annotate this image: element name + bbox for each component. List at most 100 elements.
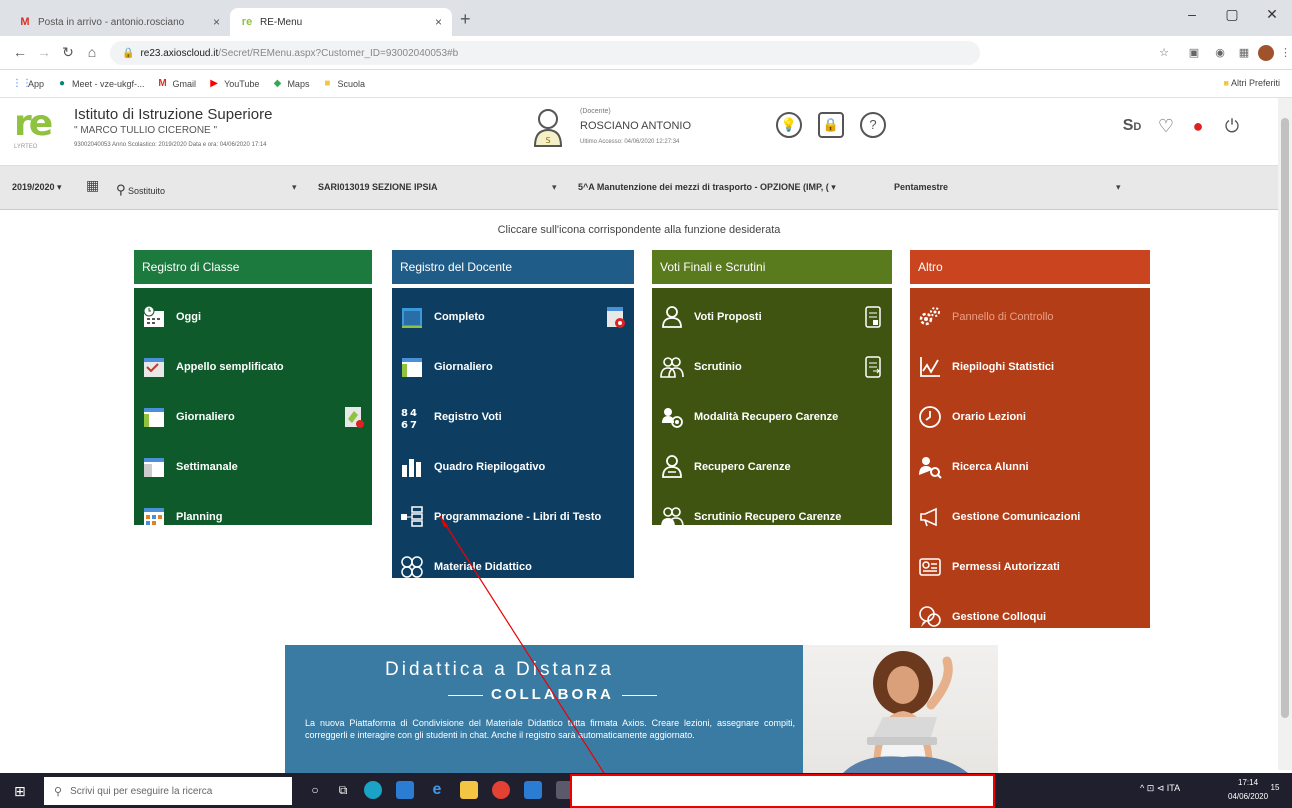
menu-item-quadro-riepilogativo[interactable]: Quadro Riepilogativo xyxy=(392,442,634,492)
forward-icon[interactable]: → xyxy=(34,44,54,60)
collabora-banner[interactable]: Didattica a Distanza COLLABORA La nuova … xyxy=(285,645,998,773)
system-tray[interactable]: ^ ⊡ ⊲ ITA xyxy=(1140,783,1180,794)
menu-item-settimanale[interactable]: Settimanale xyxy=(134,442,372,492)
exit-icon[interactable]: ⏻ xyxy=(1218,112,1246,140)
edit-calendar-icon[interactable] xyxy=(344,405,364,429)
bookmark-app[interactable]: ⋮⋮ App xyxy=(12,78,44,89)
menu-item-scrutinio[interactable]: Scrutinio xyxy=(652,342,892,392)
substitute-select[interactable]: ⚲ Sostituito xyxy=(116,182,165,198)
chrome-icon[interactable] xyxy=(492,781,510,799)
close-window-icon[interactable]: ✕ xyxy=(1252,6,1292,23)
new-tab-button[interactable]: + xyxy=(460,9,471,30)
menu-item-gestione-colloqui[interactable]: Gestione Colloqui xyxy=(910,592,1150,642)
profile-avatar[interactable] xyxy=(1258,45,1274,61)
menu-item-oggi[interactable]: Oggi xyxy=(134,292,372,342)
menu-item-gestione-comunicazioni[interactable]: Gestione Comunicazioni xyxy=(910,492,1150,542)
taskbar-clock[interactable]: 17:14 04/06/2020 xyxy=(1228,776,1268,804)
menu-item-giornaliero-docente[interactable]: Giornaliero xyxy=(392,342,634,392)
menu-item-recupero-carenze[interactable]: Recupero Carenze xyxy=(652,442,892,492)
notification-icon[interactable]: 15 xyxy=(1266,781,1284,799)
app-icon[interactable] xyxy=(524,781,542,799)
scrollbar-thumb[interactable] xyxy=(1281,118,1289,718)
panel-title: Registro del Docente xyxy=(392,250,634,284)
extension-icon[interactable]: ▣ xyxy=(1186,45,1202,61)
menu-item-permessi-autorizzati[interactable]: Permessi Autorizzati xyxy=(910,542,1150,592)
extension-icon[interactable]: ◉ xyxy=(1212,45,1228,61)
menu-item-completo[interactable]: Completo xyxy=(392,292,634,342)
menu-icon[interactable]: ⋮ xyxy=(1280,45,1291,61)
calendar-icon[interactable]: ▦ xyxy=(86,177,99,194)
menu-item-appello[interactable]: Appello semplificato xyxy=(134,342,372,392)
minimize-icon[interactable]: – xyxy=(1172,6,1212,22)
task-view-icon[interactable]: ⧉ xyxy=(334,781,352,799)
tab-re-menu[interactable]: re RE-Menu × xyxy=(230,8,452,36)
close-tab-icon[interactable]: × xyxy=(213,15,220,29)
menu-item-voti-proposti[interactable]: Voti Proposti xyxy=(652,292,892,342)
star-icon[interactable]: ☆ xyxy=(1156,45,1172,61)
menu-item-scrutinio-recupero[interactable]: Scrutinio Recupero Carenze xyxy=(652,492,892,542)
lock-icon: 🔒 xyxy=(122,47,135,59)
menu-item-programmazione[interactable]: Programmazione - Libri di Testo xyxy=(392,492,634,542)
brand-icon[interactable]: ● xyxy=(1184,112,1212,140)
class-select[interactable]: 5^A Manutenzione dei mezzi di trasporto … xyxy=(578,182,836,193)
app-icon[interactable] xyxy=(396,781,414,799)
menu-item-materiale-didattico[interactable]: Materiale Didattico xyxy=(392,542,634,592)
bookmark-youtube[interactable]: ▶ YouTube xyxy=(208,77,259,89)
chevron-down-icon[interactable]: ▾ xyxy=(292,182,297,193)
school-select[interactable]: SARI013019 SEZIONE IPSIA xyxy=(318,182,438,192)
browser-tabstrip: M Posta in arrivo - antonio.rosciano × r… xyxy=(0,0,1292,36)
menu-item-modalita-recupero[interactable]: Modalità Recupero Carenze xyxy=(652,392,892,442)
handshake-icon[interactable]: ♡ xyxy=(1152,112,1180,140)
page-scrollbar[interactable] xyxy=(1278,98,1292,770)
tab-gmail[interactable]: M Posta in arrivo - antonio.rosciano × xyxy=(8,8,230,36)
clock-date: 04/06/2020 xyxy=(1228,792,1269,801)
document-export-icon[interactable] xyxy=(864,355,884,379)
app-icon[interactable] xyxy=(364,781,382,799)
maximize-icon[interactable]: ▢ xyxy=(1212,6,1252,23)
menu-item-planning[interactable]: Planning xyxy=(134,492,372,542)
youtube-icon: ▶ xyxy=(210,77,218,89)
cortana-icon[interactable]: ○ xyxy=(306,781,324,799)
home-icon[interactable]: ⌂ xyxy=(82,44,102,60)
menu-item-label: Gestione Colloqui xyxy=(952,610,1047,623)
menu-item-ricerca-alunni[interactable]: Ricerca Alunni xyxy=(910,442,1150,492)
bookmark-label: Maps xyxy=(287,78,310,89)
menu-item-label: Programmazione - Libri di Testo xyxy=(434,510,602,523)
extension-icon[interactable]: ▦ xyxy=(1236,45,1252,61)
user-icon[interactable]: S xyxy=(532,108,564,148)
lightbulb-icon[interactable]: 💡 xyxy=(776,112,802,138)
back-icon[interactable]: ← xyxy=(10,44,30,60)
sd-icon[interactable]: SD xyxy=(1118,112,1146,140)
menu-item-registro-voti[interactable]: 8467 Registro Voti xyxy=(392,392,634,442)
help-icon[interactable]: ? xyxy=(860,112,886,138)
search-icon: ⚲ xyxy=(54,785,63,798)
bookmark-other[interactable]: ■ Altri Preferiti xyxy=(1224,78,1280,88)
bookmark-scuola[interactable]: ■ Scuola xyxy=(321,78,365,89)
file-explorer-icon[interactable] xyxy=(460,781,478,799)
close-tab-icon[interactable]: × xyxy=(435,15,442,29)
taskbar-search-input[interactable]: ⚲ Scrivi qui per eseguire la ricerca xyxy=(44,777,292,805)
full-register-icon xyxy=(402,308,422,328)
bookmark-gmail[interactable]: M Gmail xyxy=(157,78,196,89)
edge-icon[interactable]: e xyxy=(428,781,446,799)
school-subname: " MARCO TULLIO CICERONE " xyxy=(74,125,218,136)
menu-item-riepiloghi-statistici[interactable]: Riepiloghi Statistici xyxy=(910,342,1150,392)
windows-start-icon[interactable]: ⊞ xyxy=(14,783,26,800)
banner-brand-text: COLLABORA xyxy=(491,686,614,703)
chevron-down-icon[interactable]: ▾ xyxy=(552,182,557,193)
url-input[interactable]: 🔒 re23.axioscloud.it /Secret/REMenu.aspx… xyxy=(110,41,980,65)
year-select[interactable]: 2019/2020 ▾ xyxy=(12,182,62,193)
reload-icon[interactable]: ↻ xyxy=(58,44,78,61)
logo[interactable]: re xyxy=(14,106,53,142)
bookmark-maps[interactable]: ◆ Maps xyxy=(271,78,310,89)
menu-item-orario-lezioni[interactable]: Orario Lezioni xyxy=(910,392,1150,442)
lock-icon[interactable]: 🔒 xyxy=(818,112,844,138)
document-grade-icon[interactable] xyxy=(864,305,884,329)
menu-item-giornaliero[interactable]: Giornaliero xyxy=(134,392,372,442)
attendance-icon xyxy=(144,358,164,377)
period-select[interactable]: Pentamestre xyxy=(894,182,948,192)
chevron-down-icon[interactable]: ▾ xyxy=(1116,182,1121,193)
bookmark-meet[interactable]: ● Meet - vze-ukgf-... xyxy=(56,78,145,89)
register-settings-icon[interactable] xyxy=(606,305,626,329)
menu-item-pannello-controllo[interactable]: Pannello di Controllo xyxy=(910,292,1150,342)
